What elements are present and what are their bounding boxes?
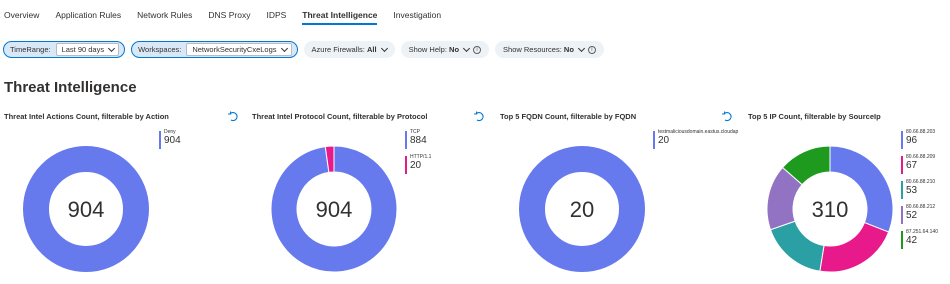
- legend-swatch: [159, 131, 161, 149]
- legend-item[interactable]: testmaliciousdomain.eastus.cloudap 20: [653, 129, 738, 149]
- legend-swatch: [901, 181, 903, 199]
- legend-item[interactable]: 87.251.64.140 42: [901, 229, 938, 249]
- chart-legend: Deny 904: [159, 129, 181, 154]
- show-resources-label: Show Resources:: [503, 45, 562, 54]
- legend-value: 42: [906, 235, 918, 246]
- undo-icon[interactable]: [227, 110, 239, 122]
- show-help-parameter[interactable]: Show Help: No i: [400, 41, 490, 58]
- legend-swatch: [901, 206, 903, 224]
- legend-item[interactable]: 80.66.88.212 52: [901, 204, 938, 224]
- donut-slice-80-66-88-209[interactable]: [819, 221, 890, 273]
- chevron-down-icon: [462, 44, 471, 52]
- undo-icon[interactable]: [721, 110, 733, 122]
- tab-application-rules[interactable]: Application Rules: [55, 0, 121, 30]
- legend-item[interactable]: Deny 904: [159, 129, 181, 149]
- tile-title: Threat Intel Actions Count, filterable b…: [4, 112, 169, 121]
- tile-title: Threat Intel Protocol Count, filterable …: [252, 112, 428, 121]
- azure-firewalls-label: Azure Firewalls:: [311, 45, 365, 54]
- azure-firewalls-parameter[interactable]: Azure Firewalls: All: [303, 41, 395, 58]
- chevron-down-icon: [108, 44, 116, 52]
- legend-value: 96: [906, 135, 918, 146]
- tile-ip-count: Top 5 IP Count, filterable by SourceIp 3…: [748, 108, 948, 284]
- donut-slice-80-66-88-210[interactable]: [769, 220, 825, 272]
- show-resources-value: No: [563, 45, 574, 54]
- tab-idps[interactable]: IDPS: [266, 0, 286, 30]
- legend-value: 904: [164, 135, 181, 146]
- tile-title: Top 5 FQDN Count, filterable by FQDN: [500, 112, 637, 121]
- azure-firewalls-value: All: [366, 45, 377, 54]
- workspaces-parameter[interactable]: Workspaces: NetworkSecurityCxeLogs: [131, 41, 298, 58]
- legend-value: 20: [658, 135, 670, 146]
- workspaces-label: Workspaces:: [138, 45, 182, 54]
- legend-item[interactable]: 80.66.88.210 53: [901, 179, 938, 199]
- chart-legend: 80.66.88.203 96 80.66.88.209 67 80.66.88.210…: [901, 129, 938, 254]
- legend-swatch: [405, 131, 407, 149]
- legend-swatch: [901, 131, 903, 149]
- chart-legend: testmaliciousdomain.eastus.cloudap 20: [653, 129, 738, 154]
- info-icon[interactable]: i: [587, 45, 596, 54]
- time-range-value: Last 90 days: [61, 45, 105, 54]
- undo-icon[interactable]: [473, 110, 485, 122]
- legend-label: testmaliciousdomain.eastus.cloudap: [658, 129, 739, 135]
- chevron-down-icon: [380, 44, 388, 52]
- info-icon[interactable]: i: [473, 45, 482, 54]
- time-range-parameter[interactable]: TimeRange: Last 90 days: [3, 41, 126, 58]
- legend-value: 884: [410, 135, 427, 146]
- donut-chart[interactable]: 310: [757, 136, 903, 282]
- section-title: Threat Intelligence: [4, 79, 137, 96]
- tile-fqdn-count: Top 5 FQDN Count, filterable by FQDN 20 …: [500, 108, 740, 284]
- legend-item[interactable]: TCP 884: [405, 129, 431, 149]
- time-range-dropdown[interactable]: Last 90 days: [55, 43, 120, 56]
- legend-value: 20: [410, 160, 422, 171]
- legend-item[interactable]: HTTP/1.1 20: [405, 154, 431, 174]
- legend-value: 53: [906, 185, 918, 196]
- tile-actions-count: Threat Intel Actions Count, filterable b…: [4, 108, 244, 284]
- legend-swatch: [901, 231, 903, 249]
- show-help-value: No: [449, 45, 460, 54]
- chevron-down-icon: [280, 44, 288, 52]
- legend-item[interactable]: 80.66.88.209 67: [901, 154, 938, 174]
- chart-legend: TCP 884 HTTP/1.1 20: [405, 129, 431, 179]
- tab-investigation[interactable]: Investigation: [393, 0, 441, 30]
- tab-threat-intelligence[interactable]: Threat Intelligence: [302, 0, 378, 30]
- parameter-bar: TimeRange: Last 90 days Workspaces: Netw…: [3, 41, 610, 58]
- tab-network-rules[interactable]: Network Rules: [137, 0, 192, 30]
- donut-total-value: 904: [68, 197, 105, 222]
- tile-protocol-count: Threat Intel Protocol Count, filterable …: [252, 108, 492, 284]
- workspaces-value: NetworkSecurityCxeLogs: [192, 45, 277, 54]
- donut-chart[interactable]: 904: [261, 136, 407, 282]
- donut-total-value: 20: [570, 197, 594, 222]
- donut-chart[interactable]: 904: [13, 136, 159, 282]
- legend-value: 52: [906, 210, 918, 221]
- show-resources-parameter[interactable]: Show Resources: No i: [495, 41, 604, 58]
- donut-chart[interactable]: 20: [509, 136, 655, 282]
- time-range-label: TimeRange:: [10, 45, 51, 54]
- show-help-label: Show Help:: [408, 45, 447, 54]
- tile-title: Top 5 IP Count, filterable by SourceIp: [748, 112, 881, 121]
- legend-swatch: [653, 131, 655, 149]
- legend-value: 67: [906, 160, 918, 171]
- legend-item[interactable]: 80.66.88.203 96: [901, 129, 938, 149]
- tab-bar: Overview Application Rules Network Rules…: [0, 0, 950, 30]
- legend-swatch: [405, 156, 407, 174]
- donut-total-value: 904: [316, 197, 353, 222]
- donut-total-value: 310: [812, 197, 849, 222]
- tab-overview[interactable]: Overview: [4, 0, 39, 30]
- workspaces-dropdown[interactable]: NetworkSecurityCxeLogs: [186, 43, 292, 56]
- chevron-down-icon: [577, 44, 585, 52]
- tab-dns-proxy[interactable]: DNS Proxy: [208, 0, 250, 30]
- legend-swatch: [901, 156, 903, 174]
